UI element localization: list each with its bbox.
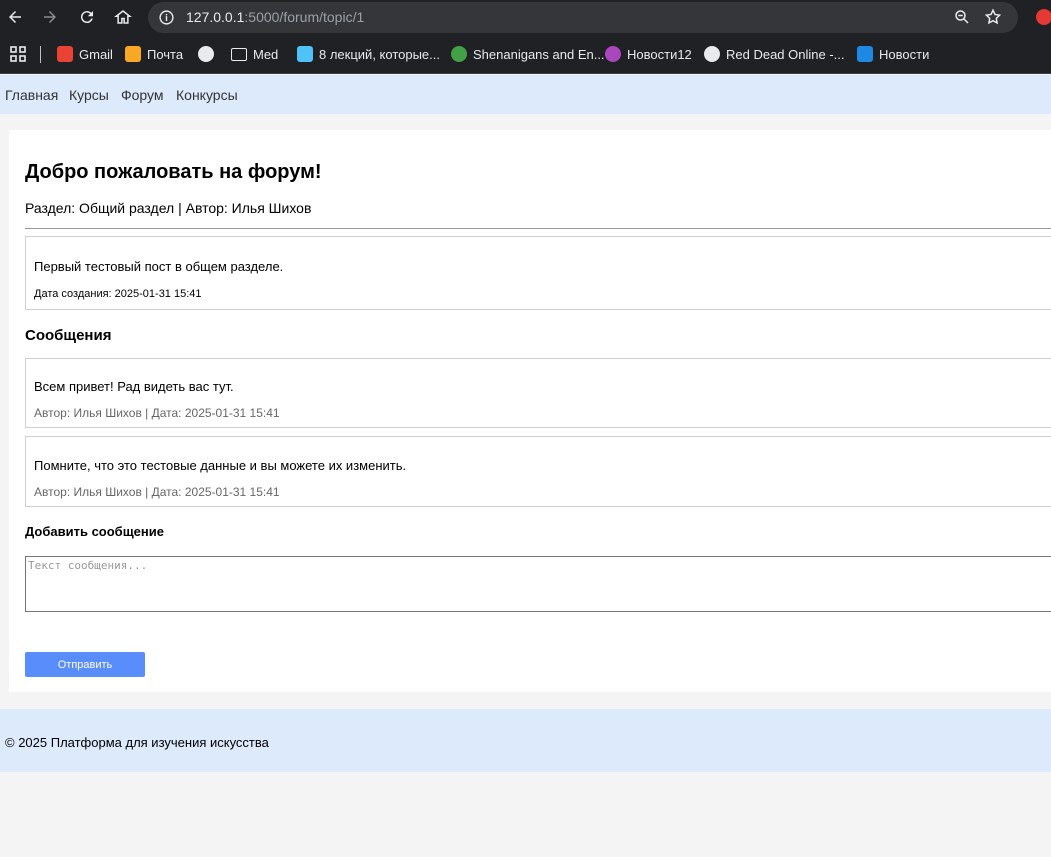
bookmark-star-icon[interactable] <box>984 8 1002 26</box>
topic-meta: Раздел: Общий раздел | Автор: Илья Шихов <box>25 200 312 216</box>
browser-toolbar: 127.0.0.1:5000/forum/topic/1 <box>0 0 1051 35</box>
bookmarks-bar: Gmail Почта Med 8 лекций, которые... Shenani… <box>0 35 1051 74</box>
bookmark-item[interactable]: Gmail <box>57 45 113 63</box>
back-button[interactable] <box>4 6 26 28</box>
nav-link-home[interactable]: Главная <box>5 87 58 103</box>
bookmark-label: Shenanigans and En... <box>473 46 605 62</box>
post-text: Первый тестовый пост в общем разделе. <box>34 259 284 274</box>
bookmark-label: Red Dead Online -... <box>726 46 845 62</box>
messages-heading: Сообщения <box>25 327 112 344</box>
url-text[interactable]: 127.0.0.1:5000/forum/topic/1 <box>186 9 364 25</box>
page-title: Добро пожаловать на форум! <box>25 161 322 183</box>
arrow-right-icon <box>44 11 56 23</box>
nav-link-courses[interactable]: Курсы <box>69 87 109 103</box>
divider <box>25 228 1051 229</box>
smiley-icon <box>451 46 467 62</box>
news-icon <box>857 46 873 62</box>
message-meta: Автор: Илья Шихов | Дата: 2025-01-31 15:… <box>34 485 280 499</box>
lecture-icon <box>297 46 313 62</box>
apps-grid-icon[interactable] <box>10 46 26 62</box>
bookmark-item[interactable]: Shenanigans and En... <box>451 45 605 63</box>
message-item: Всем привет! Рад видеть вас тут. Автор: … <box>25 358 1051 428</box>
site-navbar: Главная Курсы Форум Конкурсы <box>0 75 1051 114</box>
send-button[interactable]: Отправить <box>25 652 145 677</box>
bookmark-item[interactable] <box>198 45 214 63</box>
compose-heading: Добавить сообщение <box>25 524 164 539</box>
home-icon <box>114 10 132 24</box>
home-button[interactable] <box>112 6 134 28</box>
url-path: :5000/forum/topic/1 <box>244 9 365 25</box>
arrow-left-icon <box>9 11 21 23</box>
topic-card: Добро пожаловать на форум! Раздел: Общий… <box>9 130 1051 692</box>
bookmark-label: Новости12 <box>627 46 692 62</box>
message-item: Помните, что это тестовые данные и вы мо… <box>25 436 1051 507</box>
reload-icon <box>80 11 93 24</box>
url-host: 127.0.0.1 <box>186 9 245 25</box>
reload-button[interactable] <box>76 6 98 28</box>
post-date: Дата создания: 2025-01-31 15:41 <box>34 288 202 300</box>
address-bar[interactable]: 127.0.0.1:5000/forum/topic/1 <box>148 2 1018 33</box>
site-footer: © 2025 Платформа для изучения искусства <box>0 709 1051 772</box>
colorwheel-icon <box>605 46 621 62</box>
bookmark-item[interactable]: Почта <box>125 45 183 63</box>
nav-link-forum[interactable]: Форум <box>121 87 164 103</box>
footer-text: © 2025 Платформа для изучения искусства <box>5 735 269 750</box>
extension-icon[interactable] <box>1036 9 1051 25</box>
mail-icon <box>125 46 141 62</box>
nav-link-contests[interactable]: Конкурсы <box>176 87 238 103</box>
bookmark-label: 8 лекций, которые... <box>319 46 440 62</box>
bookmark-item[interactable]: Med <box>231 45 278 63</box>
zoom-icon[interactable] <box>953 8 971 26</box>
info-icon[interactable] <box>158 9 175 26</box>
folder-icon <box>231 47 247 61</box>
gmail-icon <box>57 46 73 62</box>
bookmark-label: Новости <box>879 46 930 62</box>
message-text: Всем привет! Рад видеть вас тут. <box>34 379 234 394</box>
bookmark-label: Почта <box>147 46 184 62</box>
message-meta: Автор: Илья Шихов | Дата: 2025-01-31 15:… <box>34 406 280 420</box>
bookmark-item[interactable]: Новости12 <box>605 45 692 63</box>
bookmark-label: Gmail <box>79 46 113 62</box>
globe-icon <box>198 46 214 62</box>
topic-post: Первый тестовый пост в общем разделе. Да… <box>25 236 1051 310</box>
message-textarea[interactable] <box>25 556 1051 612</box>
rdo-icon <box>704 46 720 62</box>
bookmark-item[interactable]: Red Dead Online -... <box>704 45 845 63</box>
bookmark-item[interactable]: 8 лекций, которые... <box>297 45 440 63</box>
message-text: Помните, что это тестовые данные и вы мо… <box>34 458 407 473</box>
bookmarks-separator <box>40 46 41 63</box>
bookmark-label: Med <box>253 46 279 62</box>
bookmark-item[interactable]: Новости <box>857 45 929 63</box>
forward-button[interactable] <box>39 6 61 28</box>
